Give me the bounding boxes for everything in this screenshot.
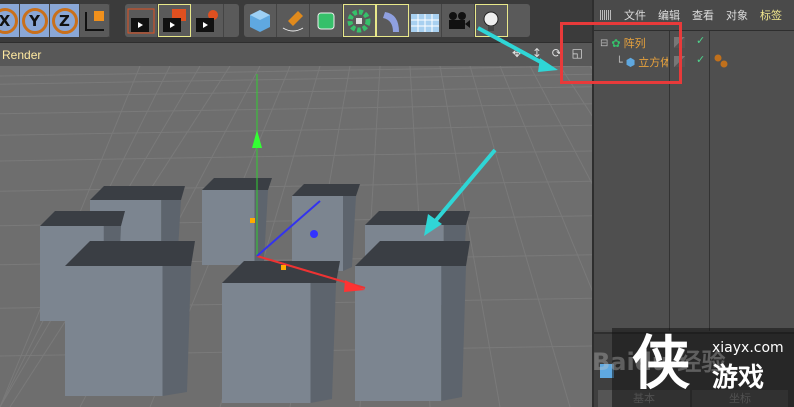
watermark-site: xiayx.com	[712, 340, 784, 356]
arrowhead	[538, 58, 558, 72]
arrow-to-object-list	[477, 26, 549, 68]
watermark-name: 游戏	[712, 363, 765, 393]
watermark: Baidu 经验 侠 xiayx.com 游戏	[592, 328, 794, 407]
arrow-to-cubes	[430, 148, 497, 227]
watermark-logo: 侠	[632, 329, 691, 397]
